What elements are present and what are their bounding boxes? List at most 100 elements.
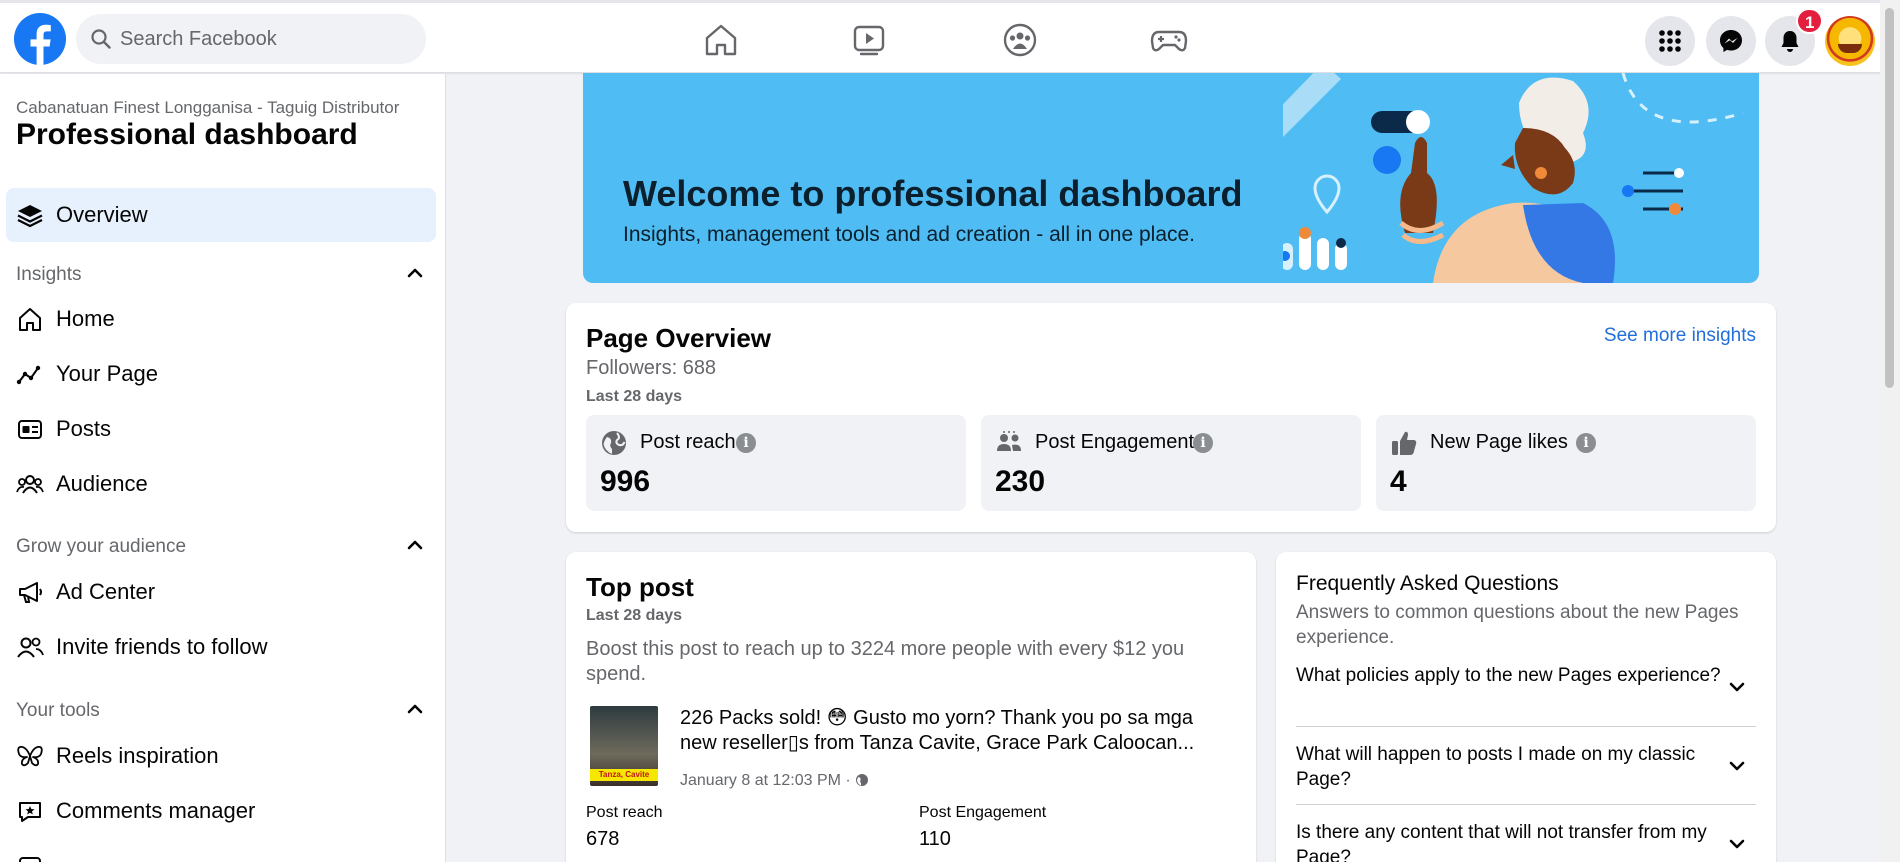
post-text-line: 226 Packs sold! 😳 Gusto mo yorn? Thank y… <box>680 707 1193 729</box>
messenger-button[interactable] <box>1706 16 1756 66</box>
faq-card: Frequently Asked Questions Answers to co… <box>1276 552 1776 862</box>
sidebar-item-reels-inspiration[interactable]: Reels inspiration <box>6 729 436 783</box>
sidebar-item-label: Your Page <box>56 361 158 386</box>
search-input[interactable] <box>120 14 410 64</box>
chevron-up-icon[interactable] <box>404 534 426 556</box>
overview-period: Last 28 days <box>586 388 683 405</box>
sidebar-item-label: Overview <box>56 202 148 227</box>
sidebar-item-label: Audience <box>56 471 148 496</box>
search-icon <box>91 29 111 49</box>
section-heading-grow-your-audience: Grow your audience <box>16 536 187 557</box>
chevron-down-icon[interactable] <box>1726 676 1748 698</box>
layers-icon <box>17 205 43 228</box>
faq-title: Frequently Asked Questions <box>1296 572 1559 595</box>
home-icon <box>19 308 41 331</box>
welcome-title: Welcome to professional dashboard <box>623 173 1243 214</box>
top-post-title: Top post <box>586 572 694 602</box>
section-heading-insights: Insights <box>16 264 82 285</box>
comment-star-icon <box>19 802 41 822</box>
notifications-icon <box>1781 31 1799 52</box>
sidebar-item-audience[interactable]: Audience <box>6 457 436 511</box>
post-text-line: new reseller▯s from Tanza Cavite, Grace … <box>680 732 1195 754</box>
scrollbar-thumb[interactable] <box>1885 8 1894 388</box>
groups-icon[interactable] <box>997 17 1043 63</box>
sidebar-item-home[interactable]: Home <box>6 292 436 346</box>
welcome-banner: Welcome to professional dashboard Insigh… <box>583 73 1759 283</box>
thumbnail-caption: Tanza, Cavite <box>590 769 658 781</box>
messenger-icon <box>1720 30 1742 52</box>
info-icon[interactable]: i <box>736 433 756 453</box>
gaming-icon[interactable] <box>1146 17 1192 63</box>
divider <box>1296 804 1756 805</box>
faq-question[interactable]: What will happen to posts I made on my c… <box>1296 742 1746 792</box>
metric-value: 996 <box>600 465 651 498</box>
dashboard-sidebar: Cabanatuan Finest Longganisa - Taguig Di… <box>0 74 446 862</box>
sidebar-item-label: Home <box>56 306 115 331</box>
info-icon[interactable]: i <box>1576 433 1596 453</box>
post-text[interactable]: 226 Packs sold! 😳 Gusto mo yorn? Thank y… <box>680 706 1240 756</box>
sidebar-item-partially-visible[interactable] <box>6 839 436 862</box>
faq-question[interactable]: Is there any content that will not trans… <box>1296 820 1746 862</box>
sidebar-item-label: Ad Center <box>56 579 156 604</box>
page-name: Cabanatuan Finest Longganisa - Taguig Di… <box>16 98 400 117</box>
page-overview-title: Page Overview <box>586 323 771 353</box>
post-timestamp[interactable]: January 8 at 12:03 PM · <box>680 772 851 789</box>
followers-count: Followers: 688 <box>586 357 717 379</box>
post-date: January 8 at 12:03 PM · <box>680 772 869 790</box>
people-icon <box>997 431 1021 451</box>
sidebar-item-comments-manager[interactable]: Comments manager <box>6 784 436 838</box>
menu-button[interactable] <box>1645 16 1695 66</box>
sidebar-item-your-page[interactable]: Your Page <box>6 347 436 401</box>
account-avatar[interactable] <box>1825 16 1875 66</box>
invite-friends-icon <box>17 637 44 658</box>
top-navigation-bar: 1 <box>0 3 1880 73</box>
trend-line-icon <box>16 365 41 385</box>
divider <box>1296 726 1756 727</box>
chevron-down-icon[interactable] <box>1726 755 1748 777</box>
chevron-up-icon[interactable] <box>404 262 426 284</box>
watch-icon[interactable] <box>846 17 892 63</box>
post-thumbnail[interactable]: Tanza, Cavite <box>590 706 658 786</box>
sidebar-title: Professional dashboard <box>16 118 358 151</box>
chevron-down-icon[interactable] <box>1726 833 1748 855</box>
metric-value: 230 <box>995 465 1046 498</box>
page-overview-card: Page Overview Followers: 688 Last 28 day… <box>566 303 1776 532</box>
chevron-up-icon[interactable] <box>404 698 426 720</box>
sidebar-item-ad-center[interactable]: Ad Center <box>6 565 436 619</box>
metric-post-reach[interactable]: Post reach i 996 <box>586 415 966 511</box>
page-scrollbar[interactable] <box>1880 0 1900 862</box>
welcome-subtitle: Insights, management tools and ad creati… <box>623 223 1196 246</box>
metric-value: 4 <box>1390 465 1407 498</box>
metric-label: New Page likes <box>1430 431 1568 453</box>
welcome-illustration <box>1283 73 1744 283</box>
globe-icon <box>856 774 869 786</box>
metric-post-engagement[interactable]: Post Engagement i 230 <box>981 415 1361 511</box>
search-box[interactable] <box>76 14 426 64</box>
menu-grid-icon <box>1659 30 1681 52</box>
audience-icon <box>16 475 44 494</box>
metric-label: Post reach <box>640 431 736 453</box>
sidebar-item-posts[interactable]: Posts <box>6 402 436 456</box>
faq-question[interactable]: What policies apply to the new Pages exp… <box>1296 663 1746 688</box>
sidebar-item-label: Reels inspiration <box>56 743 219 768</box>
see-more-insights-link[interactable]: See more insights <box>1604 325 1756 347</box>
sidebar-item-overview[interactable]: Overview <box>6 188 436 242</box>
metric-label: Post Engagement <box>1035 431 1194 453</box>
globe-icon <box>602 431 626 455</box>
sidebar-item-invite-friends[interactable]: Invite friends to follow <box>6 620 436 674</box>
home-icon[interactable] <box>698 17 744 63</box>
stat-label: Post reach <box>586 804 663 821</box>
thumbs-up-icon <box>1392 431 1417 455</box>
boost-text: Boost this post to reach up to 3224 more… <box>586 638 1185 685</box>
calendar-icon <box>19 857 41 862</box>
top-post-card: Top post Last 28 days Boost this post to… <box>566 552 1256 862</box>
section-heading-your-tools: Your tools <box>16 700 100 721</box>
metric-new-page-likes[interactable]: New Page likes i 4 <box>1376 415 1756 511</box>
facebook-logo-icon[interactable] <box>14 13 66 65</box>
sidebar-item-label: Invite friends to follow <box>56 634 268 659</box>
info-icon[interactable]: i <box>1193 433 1213 453</box>
stat-value: 110 <box>919 828 951 850</box>
sidebar-item-label: Posts <box>56 416 112 441</box>
butterfly-icon <box>17 746 43 767</box>
faq-subtitle: Answers to common questions about the ne… <box>1296 602 1739 648</box>
